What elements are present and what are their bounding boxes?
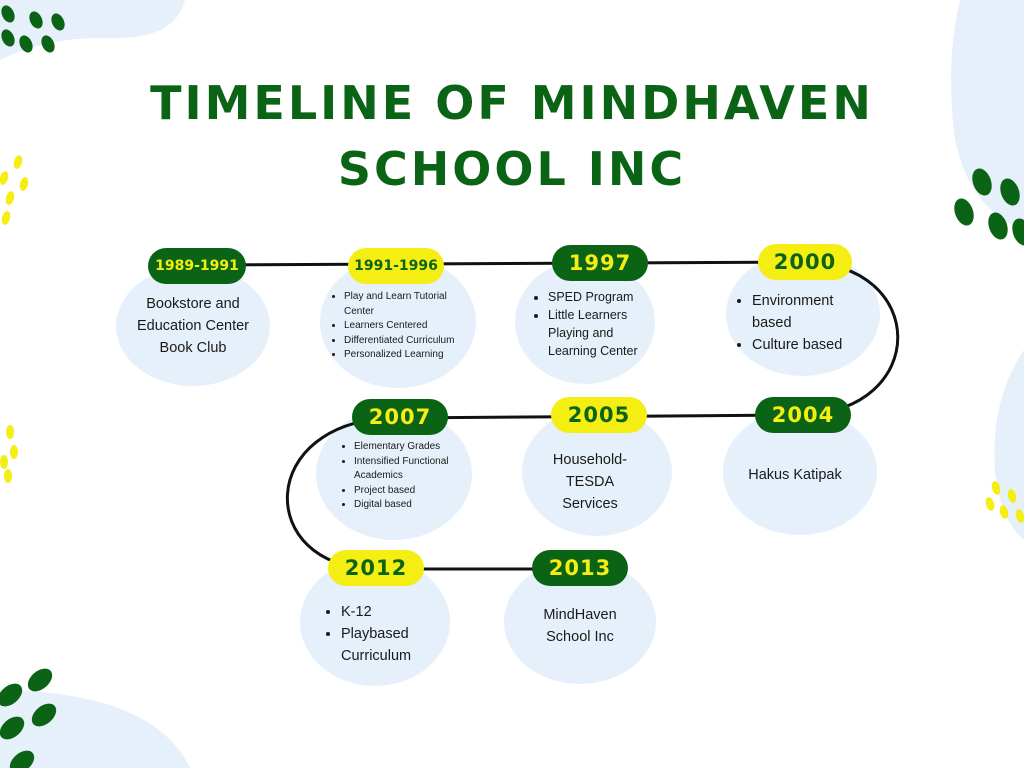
event-item: Culture based — [752, 334, 874, 356]
event-item: Intensified Functional Academics — [354, 455, 461, 484]
event-description: Play and Learn Tutorial Center Learners … — [326, 290, 466, 363]
event-item: Personalized Learning — [344, 348, 466, 363]
event-item: Digital based — [354, 498, 461, 513]
year-pill: 1991-1996 — [348, 248, 444, 284]
page-title: TIMELINE OF MINDHAVEN — [150, 76, 874, 130]
event-item: Project based — [354, 484, 461, 499]
event-item: Little Learners Playing and Learning Cen… — [548, 306, 655, 360]
event-description: Hakus Katipak — [748, 467, 842, 483]
year-pill: 2013 — [532, 550, 628, 586]
event-item: Environment based — [752, 290, 874, 334]
event-description: SPED Program Little Learners Playing and… — [530, 288, 655, 360]
year-pill: 1989-1991 — [148, 248, 246, 284]
year-pill: 2007 — [352, 399, 448, 435]
event-item: Playbased Curriculum — [341, 623, 433, 667]
event-description: Elementary Grades Intensified Functional… — [336, 440, 461, 513]
event-description: Bookstore and Education Center Book Club — [136, 296, 250, 356]
event-description: MindHaven School Inc — [543, 607, 617, 645]
year-pill: 2005 — [551, 397, 647, 433]
event-description: Household- TESDA Services — [552, 452, 628, 512]
event-item: Play and Learn Tutorial Center — [344, 290, 466, 319]
year-pill: 2000 — [758, 244, 852, 280]
dot-cluster — [0, 155, 29, 483]
event-item: Elementary Grades — [354, 440, 461, 455]
year-pill: 2004 — [755, 397, 851, 433]
event-description: Environment based Culture based — [734, 290, 874, 356]
event-item: SPED Program — [548, 288, 655, 306]
page-title-line2: SCHOOL INC — [337, 142, 687, 196]
event-item: K-12 — [341, 601, 433, 623]
event-item: Differentiated Curriculum — [344, 334, 466, 349]
event-item: Learners Centered — [344, 319, 466, 334]
year-pill: 1997 — [552, 245, 648, 281]
event-description: K-12 Playbased Curriculum — [323, 601, 433, 667]
year-pill: 2012 — [328, 550, 424, 586]
